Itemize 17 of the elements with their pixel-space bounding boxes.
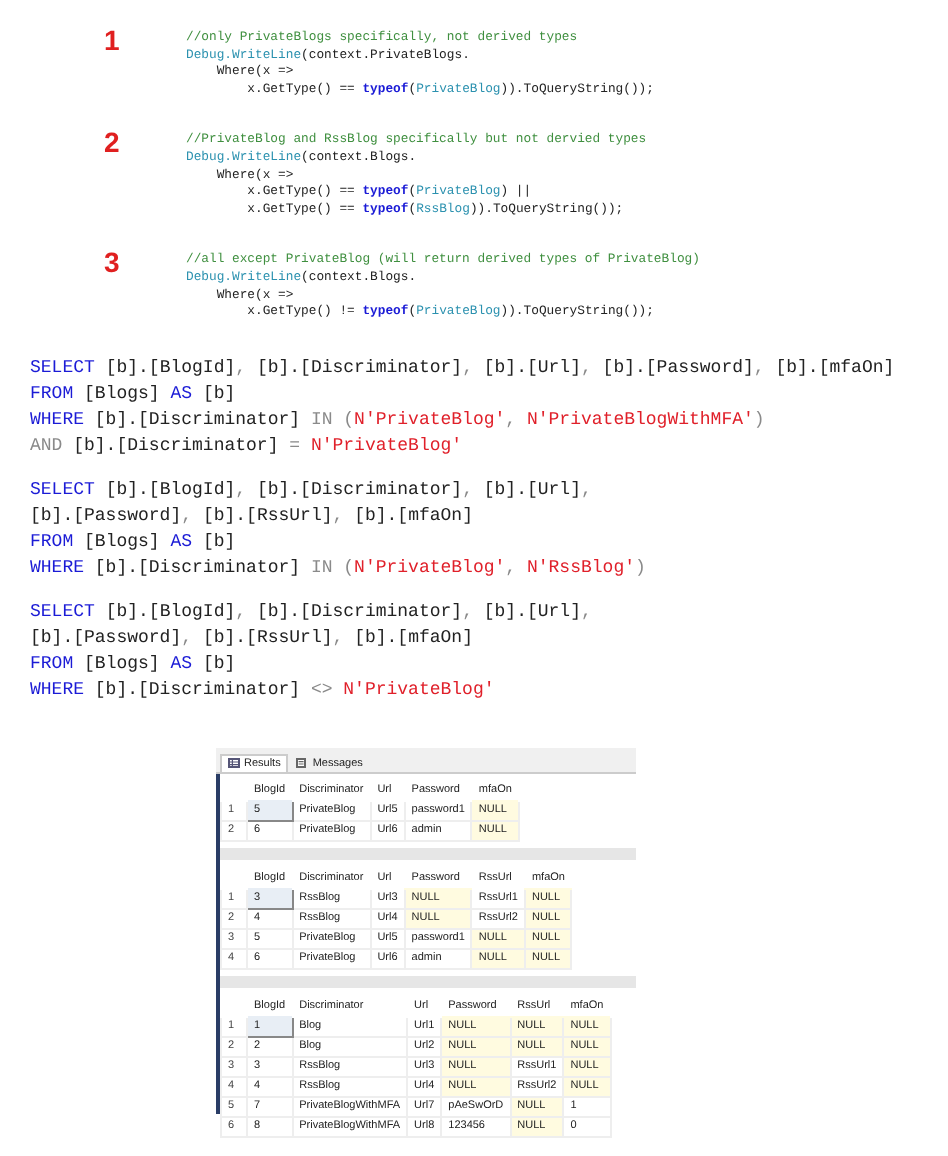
messages-icon — [296, 758, 309, 769]
sql-line: [b].[Password], [b].[RssUrl], [b].[mfaOn] — [30, 625, 473, 652]
grid-icon — [228, 758, 240, 769]
sql-line: FROM [Blogs] AS [b] — [30, 651, 236, 678]
sql-line: [b].[Password], [b].[RssUrl], [b].[mfaOn] — [30, 503, 473, 530]
sql-line: SELECT [b].[BlogId], [b].[Discriminator], [b].[Url], [b].[Password], [b].[mfaOn] — [30, 355, 895, 382]
sql-line: AND [b].[Discriminator] = N'PrivateBlog' — [30, 433, 463, 460]
snippet-number: 3 — [104, 246, 120, 279]
sql-line: FROM [Blogs] AS [b] — [30, 529, 236, 556]
sql-line: WHERE [b].[Discriminator] <> N'PrivateBlog' — [30, 677, 495, 704]
sql-line: FROM [Blogs] AS [b] — [30, 381, 236, 408]
snippet-number: 1 — [104, 24, 120, 56]
sql-line: WHERE [b].[Discriminator] IN (N'PrivateBlog', N'RssBlog') — [30, 555, 646, 582]
sql-line: WHERE [b].[Discriminator] IN (N'PrivateBlog', N'PrivateBlogWithMFA') — [30, 407, 765, 434]
snippet-number: 2 — [104, 126, 120, 159]
sql-line: SELECT [b].[BlogId], [b].[Discriminator], [b].[Url], — [30, 477, 592, 504]
sql-line: SELECT [b].[BlogId], [b].[Discriminator], [b].[Url], — [30, 599, 592, 626]
